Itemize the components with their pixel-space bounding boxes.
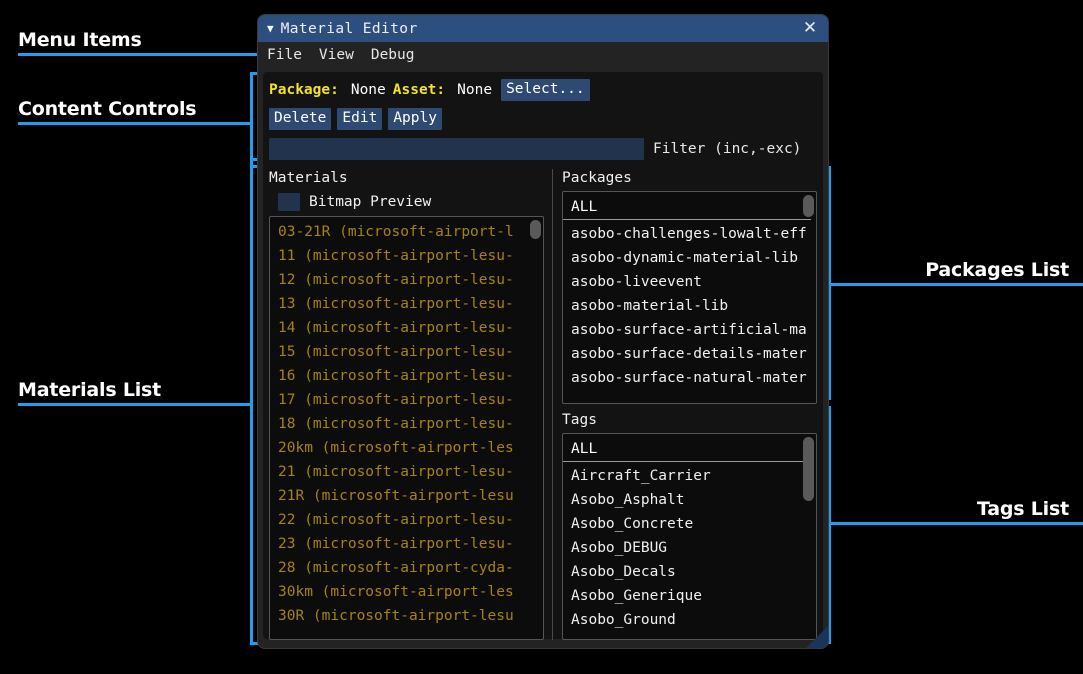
list-item[interactable]: asobo-dynamic-material-lib [563,246,816,270]
list-item[interactable]: 15 (microsoft-airport-lesu- [270,340,543,364]
tags-scrollbar[interactable] [803,437,814,636]
list-item[interactable]: Asobo_Ground [563,608,816,632]
annotation-line-packages-list [828,283,1083,286]
list-item[interactable]: 30R (microsoft-airport-lesu [270,604,543,628]
panes-container: Materials Bitmap Preview 03-21R (microso… [269,169,817,640]
tags-listbox[interactable]: ALLAircraft_CarrierAsobo_AsphaltAsobo_Co… [562,433,817,640]
content-panel: Package: None Asset: None Select... Dele… [263,72,823,639]
list-item[interactable]: asobo-surface-natural-mater [563,366,816,390]
annotation-line-tags-list [828,522,1083,525]
list-item[interactable]: Aircraft_Carrier [563,464,816,488]
packages-listbox[interactable]: ALLasobo-challenges-lowalt-effasobo-dyna… [562,191,817,404]
annotation-label-materials-list: Materials List [18,381,161,400]
materials-listbox[interactable]: 03-21R (microsoft-airport-l11 (microsoft… [269,216,544,640]
filter-caption: Filter (inc,-exc) [653,141,801,157]
list-item-selected[interactable]: ALL [563,195,811,220]
asset-label: Asset: [393,82,445,98]
list-item[interactable]: 22 (microsoft-airport-lesu- [270,508,543,532]
list-item[interactable]: asobo-surface-artificial-ma [563,318,816,342]
list-item[interactable]: Asobo_Concrete [563,512,816,536]
list-item[interactable]: 23 (microsoft-airport-lesu- [270,532,543,556]
bitmap-preview-checkbox[interactable] [278,193,300,211]
resize-grip[interactable] [806,626,828,648]
list-item[interactable]: 16 (microsoft-airport-lesu- [270,364,543,388]
list-item[interactable]: Asobo_Generique [563,584,816,608]
close-icon[interactable]: ✕ [801,20,819,38]
menu-bar: File View Debug [258,42,828,67]
filter-input[interactable] [269,138,644,160]
list-item[interactable]: 03-21R (microsoft-airport-l [270,220,543,244]
collapse-triangle-icon[interactable]: ▼ [267,23,274,34]
list-item-selected[interactable]: ALL [563,437,811,462]
list-item[interactable]: 14 (microsoft-airport-lesu- [270,316,543,340]
tags-scrollbar-thumb[interactable] [803,437,814,501]
asset-value: None [457,82,492,98]
annotation-bracket-tags-list [828,406,831,644]
tags-list-items: ALLAircraft_CarrierAsobo_AsphaltAsobo_Co… [563,434,816,639]
annotation-line-menu-items [18,53,266,56]
list-item[interactable]: 13 (microsoft-airport-lesu- [270,292,543,316]
action-buttons-row: Delete Edit Apply [269,105,817,132]
list-item[interactable]: 18 (microsoft-airport-lesu- [270,412,543,436]
edit-button[interactable]: Edit [337,108,382,130]
menu-item-view[interactable]: View [319,47,354,63]
annotation-label-content-controls: Content Controls [18,100,196,119]
pane-divider [552,169,553,640]
package-label: Package: [269,82,339,98]
bitmap-preview-row[interactable]: Bitmap Preview [278,192,544,211]
list-item[interactable]: 21R (microsoft-airport-lesu [270,484,543,508]
list-item[interactable]: asobo-liveevent [563,270,816,294]
list-item[interactable]: 12 (microsoft-airport-lesu- [270,268,543,292]
annotation-bracket-packages-list [828,166,831,400]
materials-scrollbar[interactable] [530,220,541,636]
annotation-line-materials-list [18,403,250,406]
list-item[interactable]: 20km (microsoft-airport-les [270,436,543,460]
annotation-label-packages-list: Packages List [925,261,1069,280]
list-item[interactable]: Asobo_Decals [563,560,816,584]
package-asset-row: Package: None Asset: None Select... [269,77,817,103]
select-button[interactable]: Select... [501,79,590,101]
annotation-bracket-materials-list [250,165,253,645]
packages-scrollbar-thumb[interactable] [803,195,814,217]
apply-button[interactable]: Apply [388,108,442,130]
menu-item-debug[interactable]: Debug [371,47,415,63]
materials-scrollbar-thumb[interactable] [530,220,541,239]
packages-header: Packages [562,169,817,187]
annotation-label-menu-items: Menu Items [18,31,142,50]
list-item[interactable]: 28 (microsoft-airport-cyda- [270,556,543,580]
materials-pane: Materials Bitmap Preview 03-21R (microso… [269,169,544,640]
annotation-label-tags-list: Tags List [977,500,1069,519]
tags-header: Tags [562,411,817,429]
material-editor-window: ▼ Material Editor ✕ File View Debug Pack… [258,15,828,648]
list-item[interactable]: asobo-material-lib [563,294,816,318]
list-item[interactable]: Asobo_DEBUG [563,536,816,560]
list-item[interactable]: 30km (microsoft-airport-les [270,580,543,604]
packages-tags-pane: Packages ALLasobo-challenges-lowalt-effa… [562,169,817,640]
window-title: Material Editor [281,21,418,37]
list-item[interactable]: asobo-surface-details-mater [563,342,816,366]
bitmap-preview-label: Bitmap Preview [309,194,431,210]
list-item[interactable]: asobo-challenges-lowalt-eff [563,222,816,246]
annotation-line-content-controls [18,122,250,125]
window-titlebar[interactable]: ▼ Material Editor ✕ [258,15,828,42]
package-value: None [351,82,386,98]
menu-item-file[interactable]: File [267,47,302,63]
materials-list-items: 03-21R (microsoft-airport-l11 (microsoft… [270,217,543,639]
delete-button[interactable]: Delete [269,108,331,130]
filter-row: Filter (inc,-exc) [269,137,817,161]
list-item[interactable]: 11 (microsoft-airport-lesu- [270,244,543,268]
materials-header: Materials [269,169,544,187]
list-item[interactable]: 17 (microsoft-airport-lesu- [270,388,543,412]
packages-scrollbar[interactable] [803,195,814,400]
list-item[interactable]: 21 (microsoft-airport-lesu- [270,460,543,484]
packages-list-items: ALLasobo-challenges-lowalt-effasobo-dyna… [563,192,816,403]
list-item[interactable]: Asobo_Asphalt [563,488,816,512]
